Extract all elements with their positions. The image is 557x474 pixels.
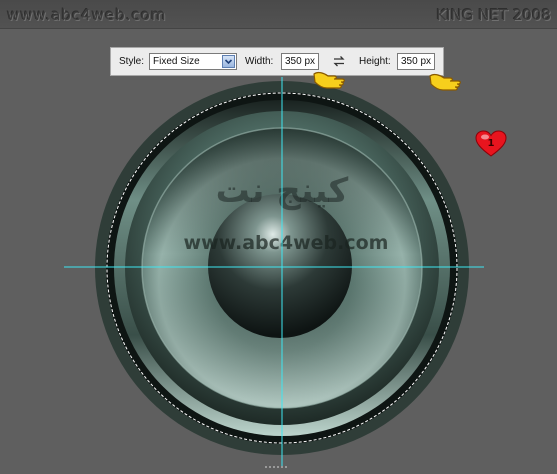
heart-badge-number: 1 xyxy=(488,138,495,149)
height-field-value: 350 px xyxy=(401,56,432,67)
heart-icon: 1 xyxy=(474,129,508,163)
marquee-options-bar: Style: Fixed Size Width: 350 px Height: … xyxy=(110,47,444,76)
width-field-value: 350 px xyxy=(285,56,316,67)
resize-grip[interactable] xyxy=(265,466,287,470)
center-url-watermark: www.abc4web.com xyxy=(184,232,389,254)
style-label: Style: xyxy=(119,56,145,67)
height-label: Height: xyxy=(359,56,391,67)
width-label: Width: xyxy=(245,56,274,67)
style-dropdown[interactable]: Fixed Size xyxy=(149,53,237,70)
style-dropdown-value: Fixed Size xyxy=(153,56,200,67)
dust-cap xyxy=(208,194,352,338)
pointing-hand-icon xyxy=(312,68,348,96)
chevron-down-icon[interactable] xyxy=(222,55,235,68)
pointing-hand-icon xyxy=(428,70,464,98)
height-field[interactable]: 350 px xyxy=(397,53,435,70)
